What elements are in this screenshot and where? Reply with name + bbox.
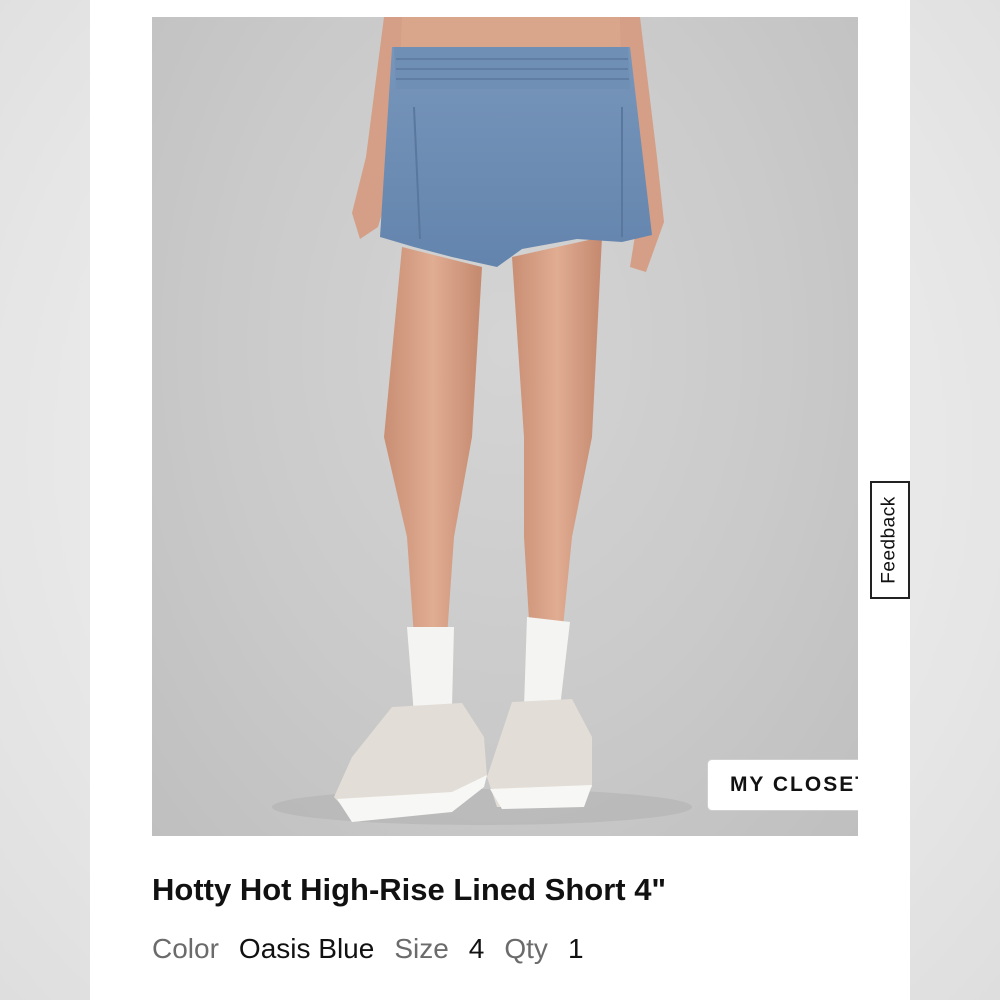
size-value: 4 — [468, 933, 485, 964]
qty-value: 1 — [567, 933, 584, 964]
product-card: MY CLOSET Hotty Hot High-Rise Lined Shor… — [90, 0, 910, 1000]
product-image[interactable]: MY CLOSET — [152, 17, 858, 836]
card-top-edge — [90, 0, 910, 17]
color-label: Color — [152, 933, 219, 964]
product-title: Hotty Hot High-Rise Lined Short 4" — [152, 872, 667, 907]
product-photo-illustration — [272, 17, 692, 825]
right-leg — [512, 237, 602, 637]
left-sock — [407, 627, 454, 715]
feedback-label: Feedback — [879, 496, 901, 584]
my-closet-button[interactable]: MY CLOSET — [707, 759, 858, 811]
color-value: Oasis Blue — [238, 933, 375, 964]
right-sock — [524, 617, 570, 707]
size-label: Size — [394, 933, 449, 964]
feedback-tab[interactable]: Feedback — [870, 481, 910, 599]
floor-shadow — [272, 789, 692, 825]
qty-label: Qty — [504, 933, 548, 964]
product-details: Color Oasis Blue Size 4 Qty 1 — [152, 933, 604, 965]
left-leg — [384, 247, 482, 637]
